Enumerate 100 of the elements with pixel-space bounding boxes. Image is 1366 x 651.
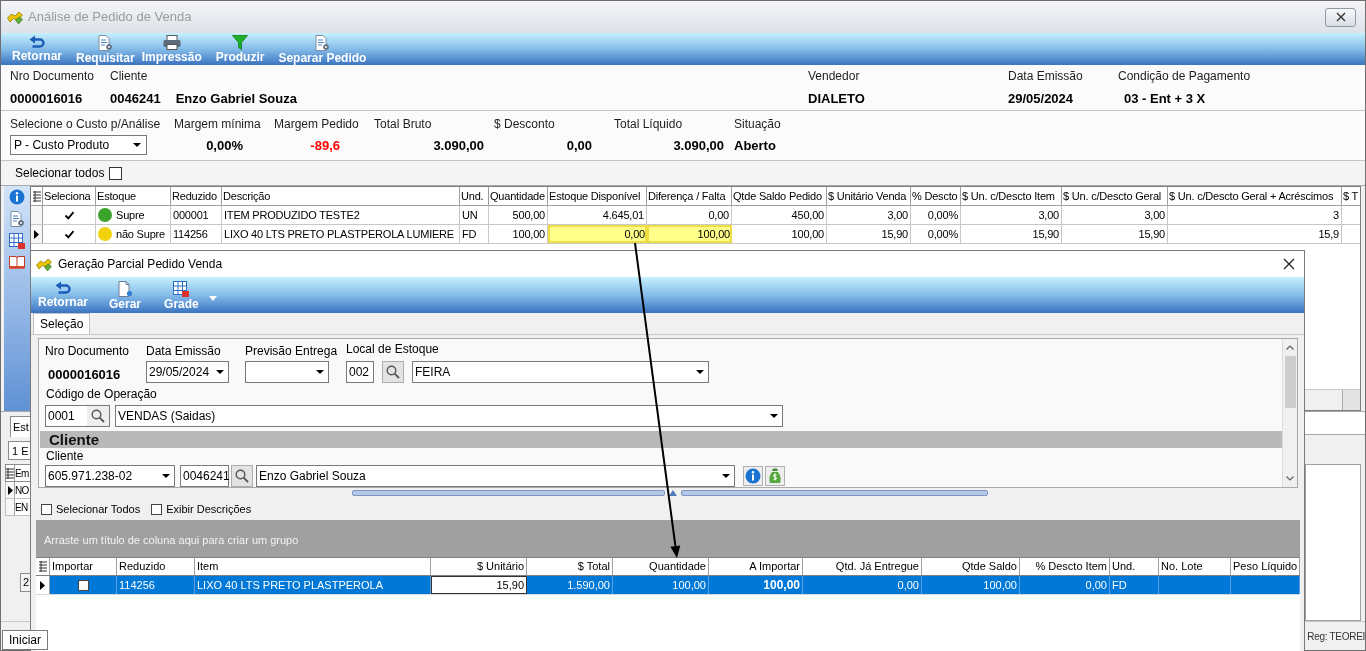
table-cell: 100,00	[922, 576, 1020, 594]
column-header[interactable]: $ Un. c/Descto Geral + Acréscimos	[1168, 187, 1342, 205]
column-header[interactable]: $ Unitário	[431, 558, 527, 575]
field-value: 0000016016	[48, 367, 121, 383]
checkbox[interactable]	[77, 579, 89, 591]
close-icon	[1335, 12, 1346, 22]
grid-table-icon	[173, 281, 190, 297]
field-value: 0,00	[566, 138, 592, 154]
customer-dropdown[interactable]: Enzo Gabriel Souza	[256, 465, 735, 487]
date-dropdown[interactable]	[245, 361, 329, 383]
column-header[interactable]: Reduzido	[171, 187, 222, 205]
column-header[interactable]: Qtd. Já Entregue	[803, 558, 922, 575]
caret-icon	[161, 474, 170, 478]
search-button[interactable]	[87, 406, 109, 426]
table-cell-text: EN	[15, 500, 28, 515]
column-header[interactable]: Quantidade	[489, 187, 548, 205]
checkbox[interactable]	[151, 503, 163, 515]
column-chooser-button[interactable]	[31, 187, 43, 205]
operation-dropdown[interactable]: VENDAS (Saidas)	[115, 405, 783, 427]
tab[interactable]: Seleção	[33, 313, 91, 334]
document-gear-icon	[97, 35, 114, 51]
search-button[interactable]	[231, 465, 253, 487]
column-header[interactable]: Importar	[50, 558, 117, 575]
column-header[interactable]: $ Total	[527, 558, 613, 575]
info-button[interactable]	[743, 466, 763, 486]
column-header[interactable]: Qtde Saldo Pedido	[732, 187, 827, 205]
close-button[interactable]	[1325, 7, 1356, 27]
column-header[interactable]: $ Unitário Venda	[827, 187, 911, 205]
start-button[interactable]: Iniciar	[2, 630, 48, 650]
column-header[interactable]: A Importar	[709, 558, 803, 575]
table-cell: 114256	[117, 576, 195, 594]
field-label: Total Bruto	[374, 117, 432, 131]
column-header[interactable]: Reduzido	[117, 558, 195, 575]
column-header[interactable]: Quantidade	[613, 558, 709, 575]
document-gear-icon	[314, 35, 331, 51]
date-dropdown[interactable]: 29/05/2024	[146, 361, 229, 383]
column-header[interactable]: % Descto Item	[1020, 558, 1110, 575]
field-label: Condição de Pagamento	[1118, 69, 1251, 83]
splitter-handle[interactable]	[681, 490, 988, 496]
column-header[interactable]: Estoque	[96, 187, 171, 205]
column-header[interactable]: Und.	[460, 187, 489, 205]
column-header[interactable]: Descrição	[222, 187, 460, 205]
document-gear-icon[interactable]	[9, 211, 25, 227]
dropdown-button[interactable]	[208, 295, 218, 301]
book-icon[interactable]	[9, 255, 25, 269]
field-label: Cliente	[46, 449, 84, 463]
field-label: Selecione o Custo p/Análise	[10, 117, 161, 131]
table-cell: LIXO 40 LTS PRETO PLASTPEROLA	[195, 576, 431, 594]
table-cell: 0,00	[803, 576, 922, 594]
vertical-scrollbar[interactable]	[1282, 339, 1297, 487]
table-cell: 100,00	[709, 576, 803, 594]
field-label: Data Emissão	[146, 344, 221, 358]
column-header[interactable]: $ Un. c/Descto Geral	[1062, 187, 1168, 205]
code-field[interactable]: 002	[346, 361, 374, 383]
scrollbar-button[interactable]	[1342, 390, 1360, 410]
tab[interactable]: 1 E	[8, 441, 30, 460]
tax-id-dropdown[interactable]: 605.971.238-02	[45, 465, 175, 487]
money-button[interactable]	[765, 466, 785, 486]
column-header[interactable]: Diferença / Falta	[647, 187, 732, 205]
code-field[interactable]: 0001	[45, 405, 110, 427]
checkbox[interactable]	[41, 503, 52, 515]
checkbox-label[interactable]: Exibir Descrições	[166, 500, 252, 518]
field-label: $ Desconto	[494, 117, 555, 131]
column-header[interactable]: No. Lote	[1159, 558, 1231, 575]
search-button[interactable]	[382, 361, 404, 383]
column-header[interactable]: Seleciona	[43, 187, 96, 205]
current-row-icon	[40, 580, 45, 590]
column-header[interactable]: Und.	[1110, 558, 1159, 575]
splitter-handle[interactable]	[352, 490, 665, 496]
checkbox-label[interactable]: Selecionar Todos	[56, 500, 141, 518]
field-label: Nro Documento	[45, 344, 130, 358]
stock-location-dropdown[interactable]: FEIRA	[412, 361, 709, 383]
cost-dropdown[interactable]: P - Custo Produto	[10, 135, 147, 155]
column-header[interactable]: Item	[195, 558, 431, 575]
column-chooser-button[interactable]	[36, 558, 50, 575]
column-header[interactable]: Peso Líquido	[1231, 558, 1300, 575]
field-value: 03 - Ent + 3 X	[1124, 91, 1206, 107]
tab[interactable]: Est	[10, 416, 30, 437]
return-arrow-icon	[55, 281, 71, 295]
column-chooser-button[interactable]	[6, 465, 15, 481]
current-row-icon	[34, 229, 39, 239]
funnel-icon	[232, 35, 249, 50]
table-cell: ITEM PRODUZIDO TESTE2	[222, 206, 460, 224]
info-icon	[745, 468, 761, 484]
column-header[interactable]: % Descto	[911, 187, 961, 205]
close-icon	[1283, 258, 1295, 270]
close-button[interactable]	[1282, 257, 1296, 271]
column-header[interactable]: Estoque Disponível	[548, 187, 647, 205]
checkbox-label[interactable]: Selecionar todos	[15, 164, 105, 182]
grid-table-icon[interactable]	[9, 233, 25, 249]
table-cell: 000001	[171, 206, 222, 224]
checkbox[interactable]	[109, 166, 123, 180]
hands-logo-icon	[7, 9, 23, 25]
scrollbar-thumb[interactable]	[1284, 356, 1296, 408]
column-header[interactable]: $ Un. c/Descto Item	[961, 187, 1062, 205]
column-chooser-icon	[6, 467, 14, 479]
info-icon[interactable]	[9, 189, 25, 205]
code-field[interactable]: 0046241	[180, 465, 229, 487]
table-cell: FD	[1110, 576, 1159, 594]
column-header[interactable]: Qtde Saldo	[922, 558, 1020, 575]
